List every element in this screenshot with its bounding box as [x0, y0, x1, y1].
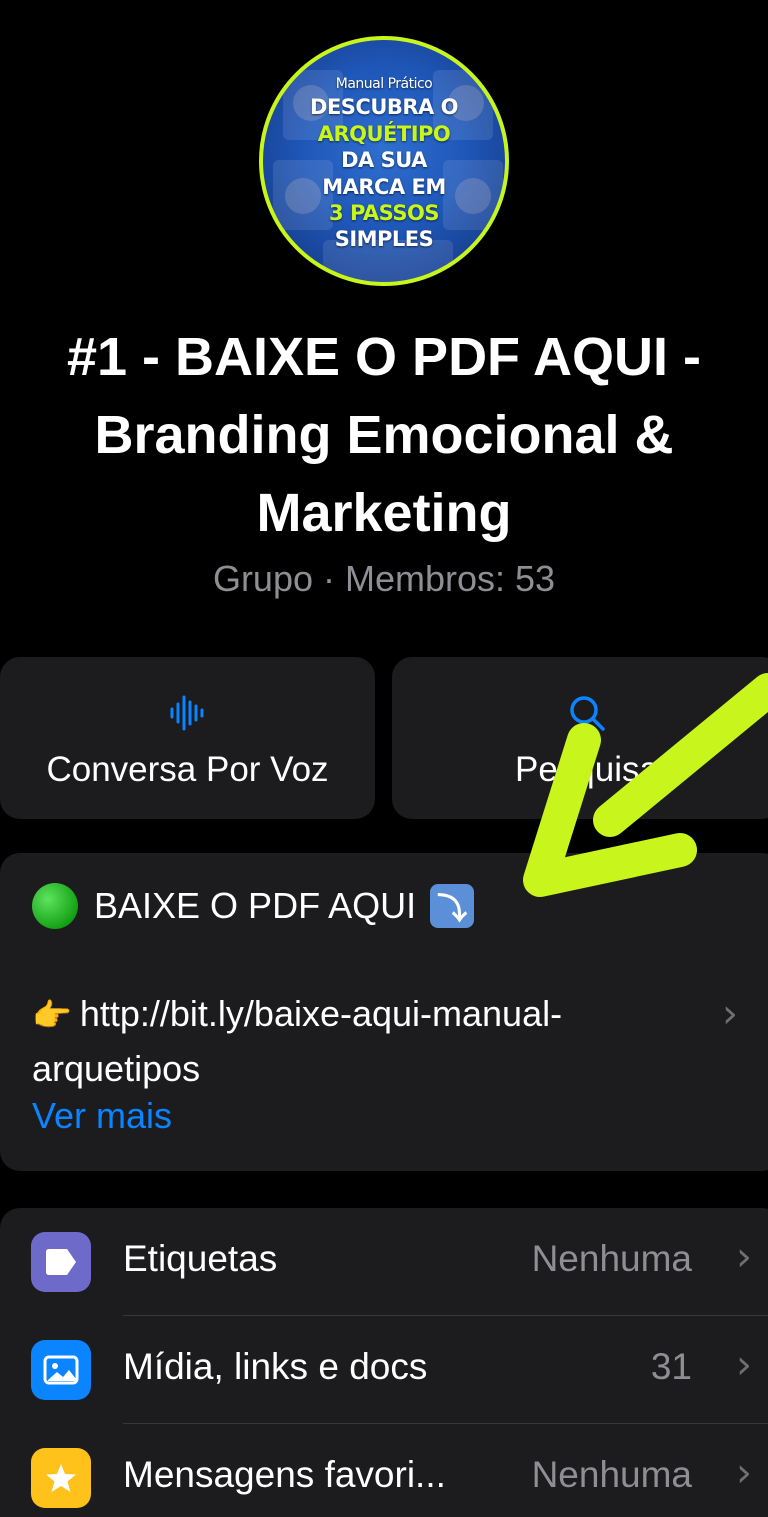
arrow-down-icon: ⤵ [430, 884, 475, 928]
description-link-row[interactable]: 👉 http://bit.ly/baixe-aqui-manual-arqueti… [32, 987, 692, 1095]
list-item-value: Nenhuma [531, 1238, 692, 1279]
list-item-starred[interactable]: Mensagens favori... Nenhuma › [0, 1424, 768, 1517]
group-title: #1 - BAIXE O PDF AQUI - Branding Emocion… [0, 318, 768, 552]
group-title-line1: #1 - BAIXE O PDF AQUI - [66, 327, 702, 387]
pointing-hand-icon: 👉 [32, 997, 72, 1033]
group-subtitle: Grupo · Membros: 53 [212, 558, 556, 599]
chevron-right-icon: › [736, 1234, 752, 1280]
settings-list: Etiquetas Nenhuma › Mídia, links e docs … [0, 1208, 768, 1517]
description-headline: BAIXE O PDF AQUI [94, 885, 417, 926]
group-description[interactable]: BAIXE O PDF AQUI ⤵ 👉 http://bit.ly/baixe-… [0, 853, 768, 1171]
avatar-text-line4: MARCA EM [322, 175, 446, 199]
group-title-line3: Marketing [256, 483, 512, 543]
avatar-text-line5: 3 PASSOS [329, 201, 439, 225]
voice-chat-label: Conversa Por Voz [46, 750, 329, 789]
list-item-media[interactable]: Mídia, links e docs 31 › [0, 1316, 768, 1424]
chevron-right-icon: › [736, 1450, 752, 1496]
star-icon [31, 1448, 91, 1508]
green-circle-icon [32, 883, 78, 929]
list-item-value: Nenhuma [531, 1454, 692, 1495]
photo-icon [31, 1340, 91, 1400]
list-item-label: Mídia, links e docs [123, 1346, 428, 1387]
waveform-icon [170, 695, 203, 731]
description-link[interactable]: http://bit.ly/baixe-aqui-manual-arquetip… [32, 993, 562, 1089]
search-label: Pesquisa [515, 750, 659, 789]
avatar-text-line2: ARQUÉTIPO [317, 122, 451, 146]
chevron-right-icon: › [722, 991, 738, 1037]
avatar-text-line1: DESCUBRA O [310, 95, 458, 119]
avatar-text-small: Manual Prático [335, 76, 433, 92]
list-item-labels[interactable]: Etiquetas Nenhuma › [0, 1208, 768, 1316]
voice-chat-button[interactable]: Conversa Por Voz [0, 657, 375, 819]
avatar-text-line3: DA SUA [341, 148, 427, 172]
tag-icon [31, 1232, 91, 1292]
group-title-line2: Branding Emocional & [94, 405, 674, 465]
group-avatar[interactable]: Manual Prático DESCUBRA O ARQUÉTIPO DA S… [259, 36, 509, 286]
list-item-label: Etiquetas [123, 1238, 278, 1279]
see-more-link[interactable]: Ver mais [32, 1095, 172, 1137]
search-button[interactable]: Pesquisa [392, 657, 768, 819]
list-item-label: Mensagens favori... [123, 1454, 446, 1495]
avatar-text-line6: SIMPLES [334, 227, 434, 251]
chevron-right-icon: › [736, 1342, 752, 1388]
list-item-value: 31 [650, 1346, 692, 1387]
description-headline-row: BAIXE O PDF AQUI ⤵ [32, 883, 475, 929]
search-icon [570, 696, 605, 731]
